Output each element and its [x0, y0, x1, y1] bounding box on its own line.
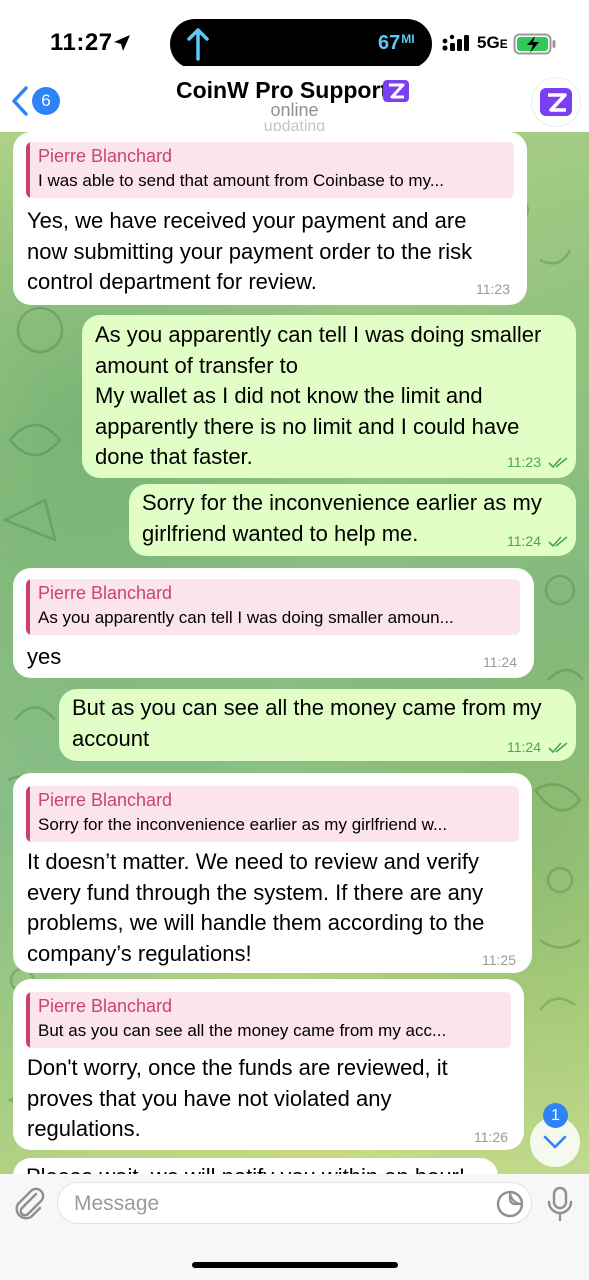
read-checkmarks-icon [548, 536, 568, 548]
message-time: 11:23 [476, 281, 510, 297]
message-input[interactable]: Message [57, 1182, 532, 1224]
incoming-message[interactable]: Pierre Blanchard Sorry for the inconveni… [13, 773, 532, 973]
reply-accent-bar [26, 579, 30, 635]
reply-accent-bar [26, 142, 30, 198]
reply-sender-name: Pierre Blanchard [38, 583, 173, 603]
location-arrow-icon [114, 35, 130, 51]
message-time: 11:24 [507, 739, 568, 755]
outgoing-message[interactable]: But as you can see all the money came fr… [59, 689, 576, 761]
read-checkmarks-icon [548, 742, 568, 754]
status-time: 11:27 [50, 29, 113, 56]
incoming-message[interactable]: Pierre Blanchard I was able to send that… [13, 132, 527, 305]
cellular-signal-icon [442, 34, 469, 51]
chat-status: online [270, 100, 319, 120]
chat-header: 6 CoinW Pro Support online updating [0, 66, 589, 132]
incoming-message[interactable]: Pierre Blanchard As you apparently can t… [13, 568, 534, 678]
message-text: It doesn’t matter. We need to review and… [27, 849, 485, 966]
message-time: 11:25 [482, 952, 516, 968]
reply-preview[interactable]: Pierre Blanchard I was able to send that… [26, 142, 514, 198]
reply-preview[interactable]: Pierre Blanchard But as you can see all … [26, 992, 511, 1048]
reply-accent-bar [26, 786, 30, 842]
read-checkmarks-icon [548, 457, 568, 469]
navigation-speed: 67MI [378, 32, 415, 54]
dynamic-island: 67MI [170, 19, 432, 69]
message-text: But as you can see all the money came fr… [72, 695, 542, 751]
reply-sender-name: Pierre Blanchard [38, 146, 173, 166]
message-text: Sorry for the inconvenience earlier as m… [142, 490, 542, 546]
home-indicator[interactable] [192, 1262, 398, 1268]
message-time: 11:24 [483, 654, 517, 670]
reply-accent-bar [26, 992, 30, 1048]
coinw-logo-icon [383, 80, 409, 102]
battery-charging-icon [513, 33, 556, 55]
message-text-partial: Please wait, we will notify you within a… [26, 1164, 465, 1174]
chevron-down-icon [543, 1135, 567, 1149]
chat-status-updating: updating [263, 119, 326, 131]
coinw-avatar-icon [540, 88, 572, 116]
reply-preview[interactable]: Pierre Blanchard Sorry for the inconveni… [26, 786, 519, 842]
network-type: 5GE [477, 33, 508, 52]
paperclip-icon[interactable] [12, 1186, 46, 1220]
message-list[interactable]: Pierre Blanchard I was able to send that… [0, 132, 589, 1174]
outgoing-message[interactable]: As you apparently can tell I was doing s… [82, 315, 576, 478]
message-time: 11:24 [507, 533, 568, 549]
sticker-icon[interactable] [495, 1189, 525, 1219]
reply-snippet: I was able to send that amount from Coin… [38, 171, 444, 190]
message-time: 11:26 [474, 1129, 508, 1145]
reply-sender-name: Pierre Blanchard [38, 790, 173, 810]
microphone-icon[interactable] [546, 1186, 574, 1222]
reply-sender-name: Pierre Blanchard [38, 996, 173, 1016]
message-input-placeholder: Message [74, 1192, 160, 1215]
message-text: Yes, we have received your payment and a… [27, 208, 473, 294]
outgoing-message[interactable]: Sorry for the inconvenience earlier as m… [129, 484, 576, 556]
new-messages-badge: 1 [543, 1103, 568, 1128]
incoming-message[interactable]: Pierre Blanchard But as you can see all … [13, 979, 524, 1150]
reply-preview[interactable]: Pierre Blanchard As you apparently can t… [26, 579, 520, 635]
chat-avatar[interactable] [531, 77, 581, 127]
message-text: Don't worry, once the funds are reviewed… [27, 1055, 448, 1141]
message-text: yes [27, 644, 62, 669]
navigation-up-arrow-icon [187, 28, 209, 61]
reply-snippet: Sorry for the inconvenience earlier as m… [38, 815, 448, 834]
message-time: 11:23 [507, 454, 568, 470]
reply-snippet: As you apparently can tell I was doing s… [38, 608, 454, 627]
message-text: As you apparently can tell I was doing s… [95, 322, 542, 469]
reply-snippet: But as you can see all the money came fr… [38, 1021, 447, 1040]
